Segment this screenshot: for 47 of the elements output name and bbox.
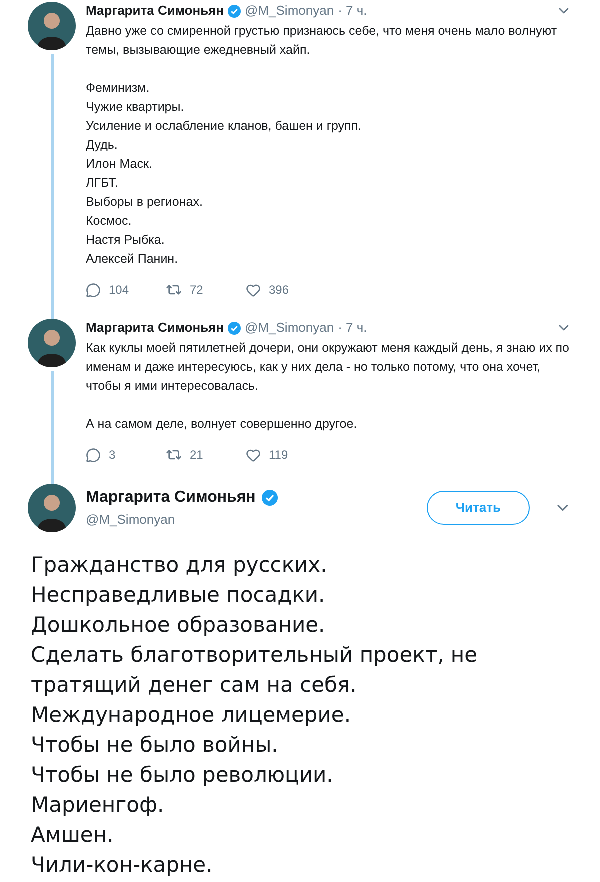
avatar-icon[interactable] (28, 319, 76, 367)
tweet-text: Космос. (86, 213, 133, 230)
tweet-text: Мариенгоф. (31, 792, 166, 819)
verified-badge-icon (228, 4, 241, 18)
author-name[interactable]: Маргарита Симоньян (86, 319, 224, 337)
author-handle: @M_Simonyan (245, 319, 334, 337)
like-count: 396 (269, 282, 290, 299)
tweet-text: Международное лицемерие. (31, 702, 352, 729)
verified-badge-icon (228, 322, 241, 334)
tweet-text: Чтобы не было революции. (31, 762, 334, 789)
tweet-text: Выборы в регионах. (86, 194, 204, 211)
tweet-time[interactable]: · 7 ч. (338, 319, 368, 337)
tweet-text: Как куклы моей пятилетней дочери, они окружают меня каждый день, я знаю их по именам и даже интересуюсь, как у них дела - но только потому, что она хочет, чтобы я ими интересовалась. (86, 340, 571, 395)
tweet-text: Дошкольное образование. (31, 612, 326, 639)
retweet-count: 21 (190, 447, 204, 464)
tweet-text: Усиление и ослабление кланов, башен и групп. (86, 118, 363, 135)
author-name[interactable]: Маргарита Симоньян (86, 486, 256, 510)
avatar-icon[interactable] (28, 484, 76, 532)
author-name[interactable]: Маргарита Симоньян (86, 2, 224, 20)
avatar-icon[interactable] (28, 2, 76, 50)
tweet-text: Чили-кон-карне. (31, 852, 214, 879)
retweet-count: 72 (190, 282, 204, 299)
reply-icon[interactable] (86, 448, 101, 462)
author-handle: @M_Simonyan (245, 2, 334, 20)
reply-count: 104 (109, 282, 130, 299)
reply-count: 3 (109, 447, 116, 464)
tweet-text: А на самом деле, волнует совершенно другое. (86, 416, 358, 433)
reply-icon[interactable] (86, 282, 101, 298)
tweet-text: Давно уже со смиренной грустью признаюсь себе, что меня очень мало волнуют темы, вызывающие ежедневный хайп. (86, 23, 558, 59)
verified-badge-icon (262, 490, 278, 506)
like-icon[interactable] (246, 282, 261, 298)
like-icon[interactable] (246, 448, 261, 462)
tweet-text: Настя Рыбка. (86, 232, 166, 249)
tweet-text: Алексей Панин. (86, 251, 180, 268)
tweet-text: Чтобы не было войны. (31, 732, 280, 759)
tweet-text: Чужие квартиры. (86, 99, 186, 116)
tweet-text: Сделать благотворительный проект, не тратящий денег сам на себя. (31, 642, 479, 699)
tweet-text: Дудь. (86, 137, 119, 154)
author-handle: @M_Simonyan (86, 511, 176, 530)
tweet-text: Гражданство для русских. (31, 552, 328, 579)
tweet-text: Несправедливые посадки. (31, 582, 326, 609)
tweet-text: Амшен. (31, 822, 115, 849)
like-count: 119 (269, 447, 288, 464)
tweet-text: Илон Маск. (86, 156, 154, 173)
tweet-text: ЛГБТ. (86, 175, 120, 192)
tweet-text: Феминизм. (86, 80, 151, 97)
tweet-time[interactable]: · 7 ч. (338, 2, 368, 20)
